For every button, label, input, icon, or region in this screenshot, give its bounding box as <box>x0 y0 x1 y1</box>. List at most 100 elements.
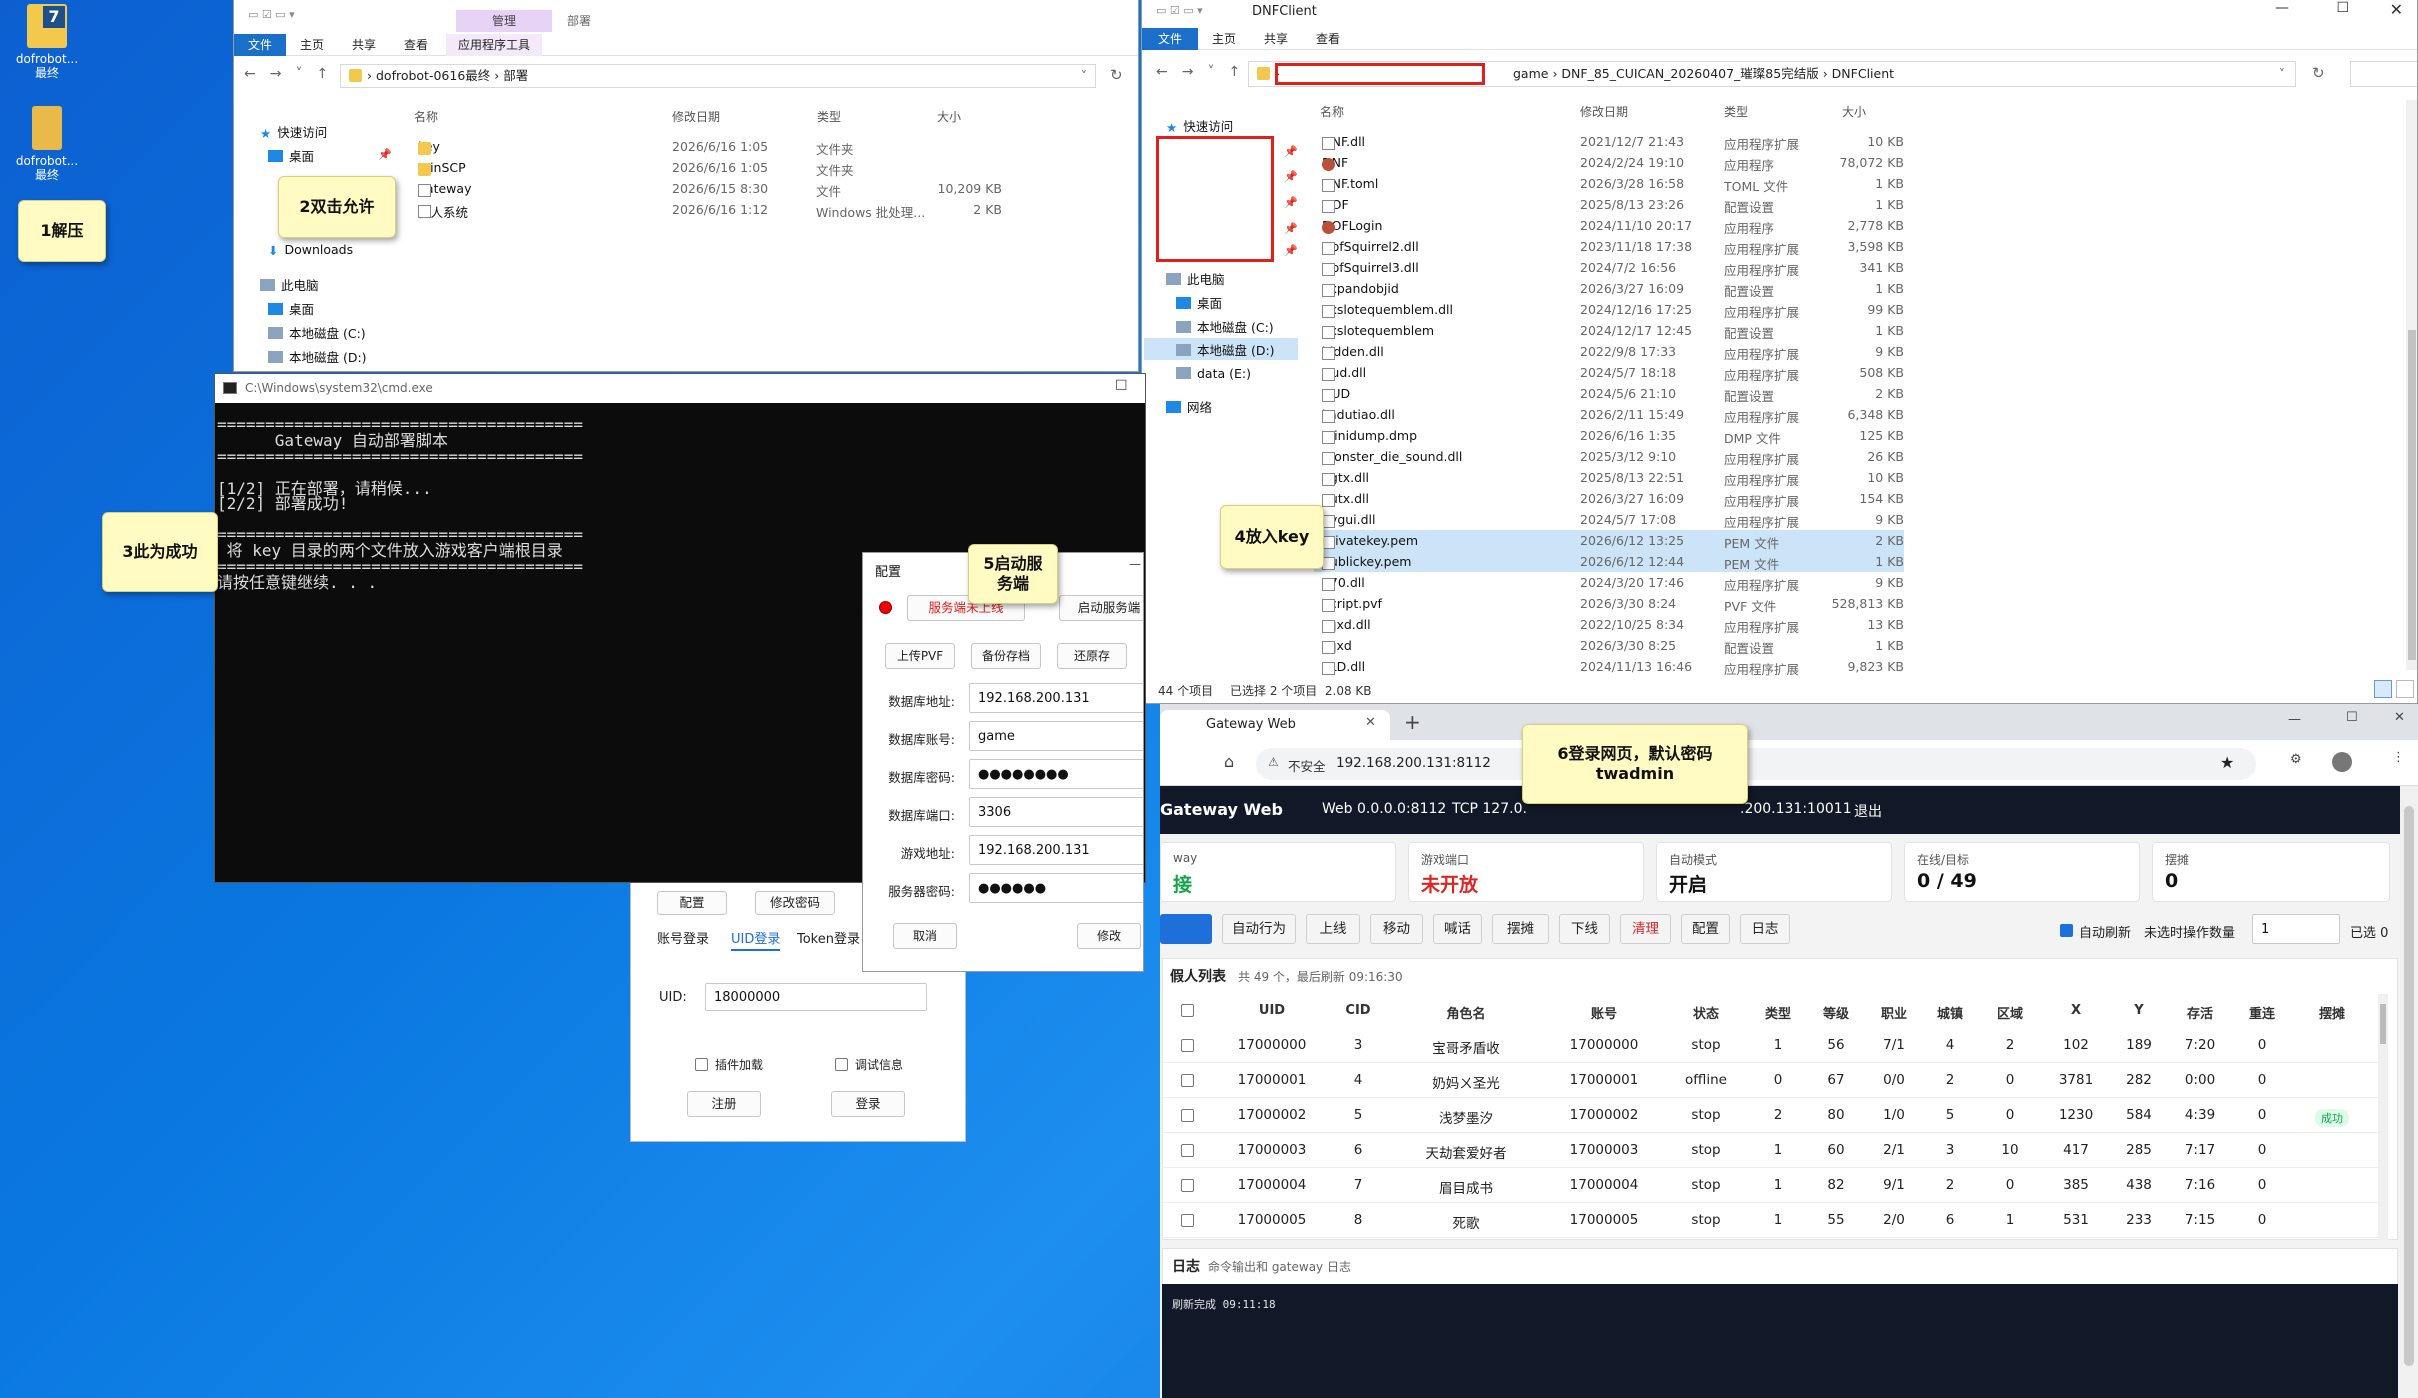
tab-view[interactable]: 查看 <box>1302 28 1354 50</box>
tab-account-login[interactable]: 账号登录 <box>657 928 709 947</box>
file-row[interactable]: expandobjid 2026/3/27 16:09 配置设置 1 KB <box>1314 278 1904 299</box>
nav-quick-access[interactable]: ★ 快速访问 <box>1166 116 1233 135</box>
breadcrumb-current[interactable]: 部署 <box>503 68 528 83</box>
tab-uid-login[interactable]: UID登录 <box>731 928 781 951</box>
file-row[interactable]: DofSquirrel2.dll 2023/11/18 17:38 应用程序扩展 3,… <box>1314 236 1904 257</box>
chevron-down-icon[interactable]: ˅ <box>1081 65 1087 87</box>
table-row[interactable]: 17000004 7 眉目成书 17000004 stop 1 82 9/1 2 0 385 438 7… <box>1162 1168 2380 1203</box>
toolbar-button[interactable]: 上线 <box>1306 914 1360 944</box>
nav-downloads[interactable]: ⬇ Downloads <box>268 242 353 258</box>
star-icon[interactable]: ★ <box>2220 753 2234 772</box>
config-field-input[interactable]: game <box>969 721 1143 751</box>
forward-icon[interactable]: → <box>1182 64 1194 80</box>
column-name[interactable]: 名称 <box>414 108 438 125</box>
close-button[interactable]: ✕ <box>2390 0 2403 19</box>
column-date[interactable]: 修改日期 <box>672 108 720 125</box>
breadcrumb-game[interactable]: game <box>1513 66 1548 81</box>
back-icon[interactable]: ← <box>1156 64 1168 80</box>
tab-file[interactable]: 文件 <box>234 33 287 56</box>
column-header[interactable]: 账号 <box>1591 1003 1617 1022</box>
backup-save-button[interactable]: 备份存档 <box>971 643 1041 669</box>
extensions-icon[interactable]: ⚙ <box>2290 752 2302 767</box>
change-password-button[interactable]: 修改密码 <box>755 891 835 915</box>
column-header[interactable]: 区域 <box>1997 1003 2023 1022</box>
more-icon[interactable]: ⋮ <box>2392 750 2405 765</box>
column-header[interactable]: 摆摊 <box>2319 1003 2345 1022</box>
url-bar[interactable]: ⚠ 不安全 192.168.200.131:8112 ★ <box>1256 748 2256 780</box>
address-bar[interactable]: › game › DNF_85_CUICAN_20260407_璀璨85完结版 … <box>1248 61 2296 87</box>
file-row[interactable]: Script.pvf 2026/3/30 8:24 PVF 文件 528,813 KB <box>1314 593 1904 614</box>
file-row[interactable]: YLD.dll 2024/11/13 16:46 应用程序扩展 9,823 KB <box>1314 656 1904 677</box>
row-checkbox[interactable] <box>1181 1074 1194 1087</box>
up-icon[interactable]: ↑ <box>316 66 328 82</box>
file-row[interactable]: WinSCP 2026/6/16 1:05 文件夹 <box>410 157 1004 178</box>
cancel-button[interactable]: 取消 <box>893 923 957 949</box>
nav-drive-c[interactable]: 本地磁盘 (C:) <box>268 323 366 342</box>
file-row[interactable]: gateway 2026/6/15 8:30 文件 10,209 KB <box>410 178 1004 199</box>
debug-info-checkbox[interactable] <box>835 1058 848 1071</box>
quick-access-toolbar[interactable]: ▭ ☑ ▭ ▾ <box>1156 4 1203 17</box>
uid-input[interactable]: 18000000 <box>705 983 927 1011</box>
minimize-button[interactable]: — <box>2288 712 2301 727</box>
new-tab-icon[interactable]: + <box>1404 710 1421 734</box>
table-row[interactable]: 17000000 3 宝哥矛盾收 17000000 stop 1 56 7/1 4 2 102 189… <box>1162 1028 2380 1063</box>
select-all-checkbox[interactable] <box>1181 1004 1194 1017</box>
desktop-icon-folder[interactable]: dofrobot... 最终 <box>12 106 82 182</box>
tab-home[interactable]: 主页 <box>286 34 338 56</box>
file-row[interactable]: DNF.toml 2026/3/28 16:58 TOML 文件 1 KB <box>1314 173 1904 194</box>
breadcrumb-current[interactable]: DNFClient <box>1832 66 1894 81</box>
file-row[interactable]: monster_die_sound.dll 2025/3/12 9:10 应用程序扩… <box>1314 446 1904 467</box>
column-header[interactable]: 等级 <box>1823 1003 1849 1022</box>
nav-drive-e[interactable]: data (E:) <box>1176 366 1251 381</box>
maximize-button[interactable]: ☐ <box>2346 710 2358 725</box>
up-icon[interactable]: ↑ <box>1228 64 1240 80</box>
toolbar-button[interactable]: 自动行为 <box>1222 914 1296 944</box>
breadcrumb-root[interactable]: dofrobot-0616最终 <box>376 68 490 83</box>
config-field-input[interactable]: 3306 <box>969 797 1143 827</box>
row-checkbox[interactable] <box>1181 1214 1194 1227</box>
minimize-button[interactable]: — <box>2275 0 2289 16</box>
column-header[interactable]: 角色名 <box>1446 1003 1485 1022</box>
tab-manage[interactable]: 管理 <box>456 10 552 32</box>
tab-share[interactable]: 共享 <box>1250 28 1302 50</box>
column-header[interactable]: 职业 <box>1881 1003 1907 1022</box>
toolbar-button[interactable]: 移动 <box>1370 914 1423 944</box>
tab-share[interactable]: 共享 <box>338 34 390 56</box>
login-button[interactable]: 登录 <box>831 1091 905 1117</box>
toolbar-button[interactable]: 喊话 <box>1433 914 1482 944</box>
tab-file[interactable]: 文件 <box>1142 27 1199 50</box>
file-row[interactable]: Hud.dll 2024/5/7 18:18 应用程序扩展 508 KB <box>1314 362 1904 383</box>
file-row[interactable]: kadutiao.dll 2026/2/11 15:49 应用程序扩展 6,348 K… <box>1314 404 1904 425</box>
table-row[interactable]: 17000002 5 浅梦墨汐 17000002 stop 2 80 1/0 5 0 1230 584… <box>1162 1098 2380 1133</box>
page-scrollbar[interactable] <box>2400 786 2418 1398</box>
nav-this-pc[interactable]: 此电脑 <box>260 275 319 294</box>
column-size[interactable]: 大小 <box>1842 103 1866 120</box>
column-size[interactable]: 大小 <box>937 108 961 125</box>
toolbar-button[interactable]: 摆摊 <box>1492 914 1549 944</box>
row-checkbox[interactable] <box>1181 1109 1194 1122</box>
file-row[interactable]: 假人系统 2026/6/16 1:12 Windows 批处理... 2 KB <box>410 199 1004 220</box>
chevron-down-icon[interactable]: ˅ <box>1207 64 1214 80</box>
nav-desktop-2[interactable]: 桌面 <box>268 299 314 318</box>
column-type[interactable]: 类型 <box>1724 103 1748 120</box>
file-row[interactable]: publickey.pem 2026/6/12 12:44 PEM 文件 1 KB <box>1314 551 1904 572</box>
auto-refresh-checkbox[interactable] <box>2060 924 2073 937</box>
file-row[interactable]: nutx.dll 2026/3/27 16:09 应用程序扩展 154 KB <box>1314 488 1904 509</box>
tab-app-tools[interactable]: 应用程序工具 <box>446 33 543 56</box>
file-row[interactable]: key 2026/6/16 1:05 文件夹 <box>410 136 1004 157</box>
config-button[interactable]: 配置 <box>657 891 727 915</box>
nav-drive-c[interactable]: 本地磁盘 (C:) <box>1176 317 1274 336</box>
column-header[interactable]: Y <box>2134 1003 2143 1018</box>
column-type[interactable]: 类型 <box>817 108 841 125</box>
quick-access-toolbar[interactable]: ▭ ☑ ▭ ▾ <box>248 8 308 22</box>
upload-pvf-button[interactable]: 上传PVF <box>885 643 955 669</box>
minimize-button[interactable]: — <box>1129 557 1141 571</box>
large-icons-view-icon[interactable] <box>2396 680 2414 698</box>
refresh-icon[interactable]: ↻ <box>2312 64 2325 82</box>
primary-action-button[interactable] <box>1160 914 1212 944</box>
nav-this-pc[interactable]: 此电脑 <box>1166 269 1225 288</box>
plugin-load-checkbox[interactable] <box>695 1058 708 1071</box>
row-checkbox[interactable] <box>1181 1179 1194 1192</box>
logout-link[interactable]: 退出 <box>1854 801 1882 821</box>
breadcrumb-dnf[interactable]: DNF_85_CUICAN_20260407_璀璨85完结版 <box>1561 66 1818 81</box>
